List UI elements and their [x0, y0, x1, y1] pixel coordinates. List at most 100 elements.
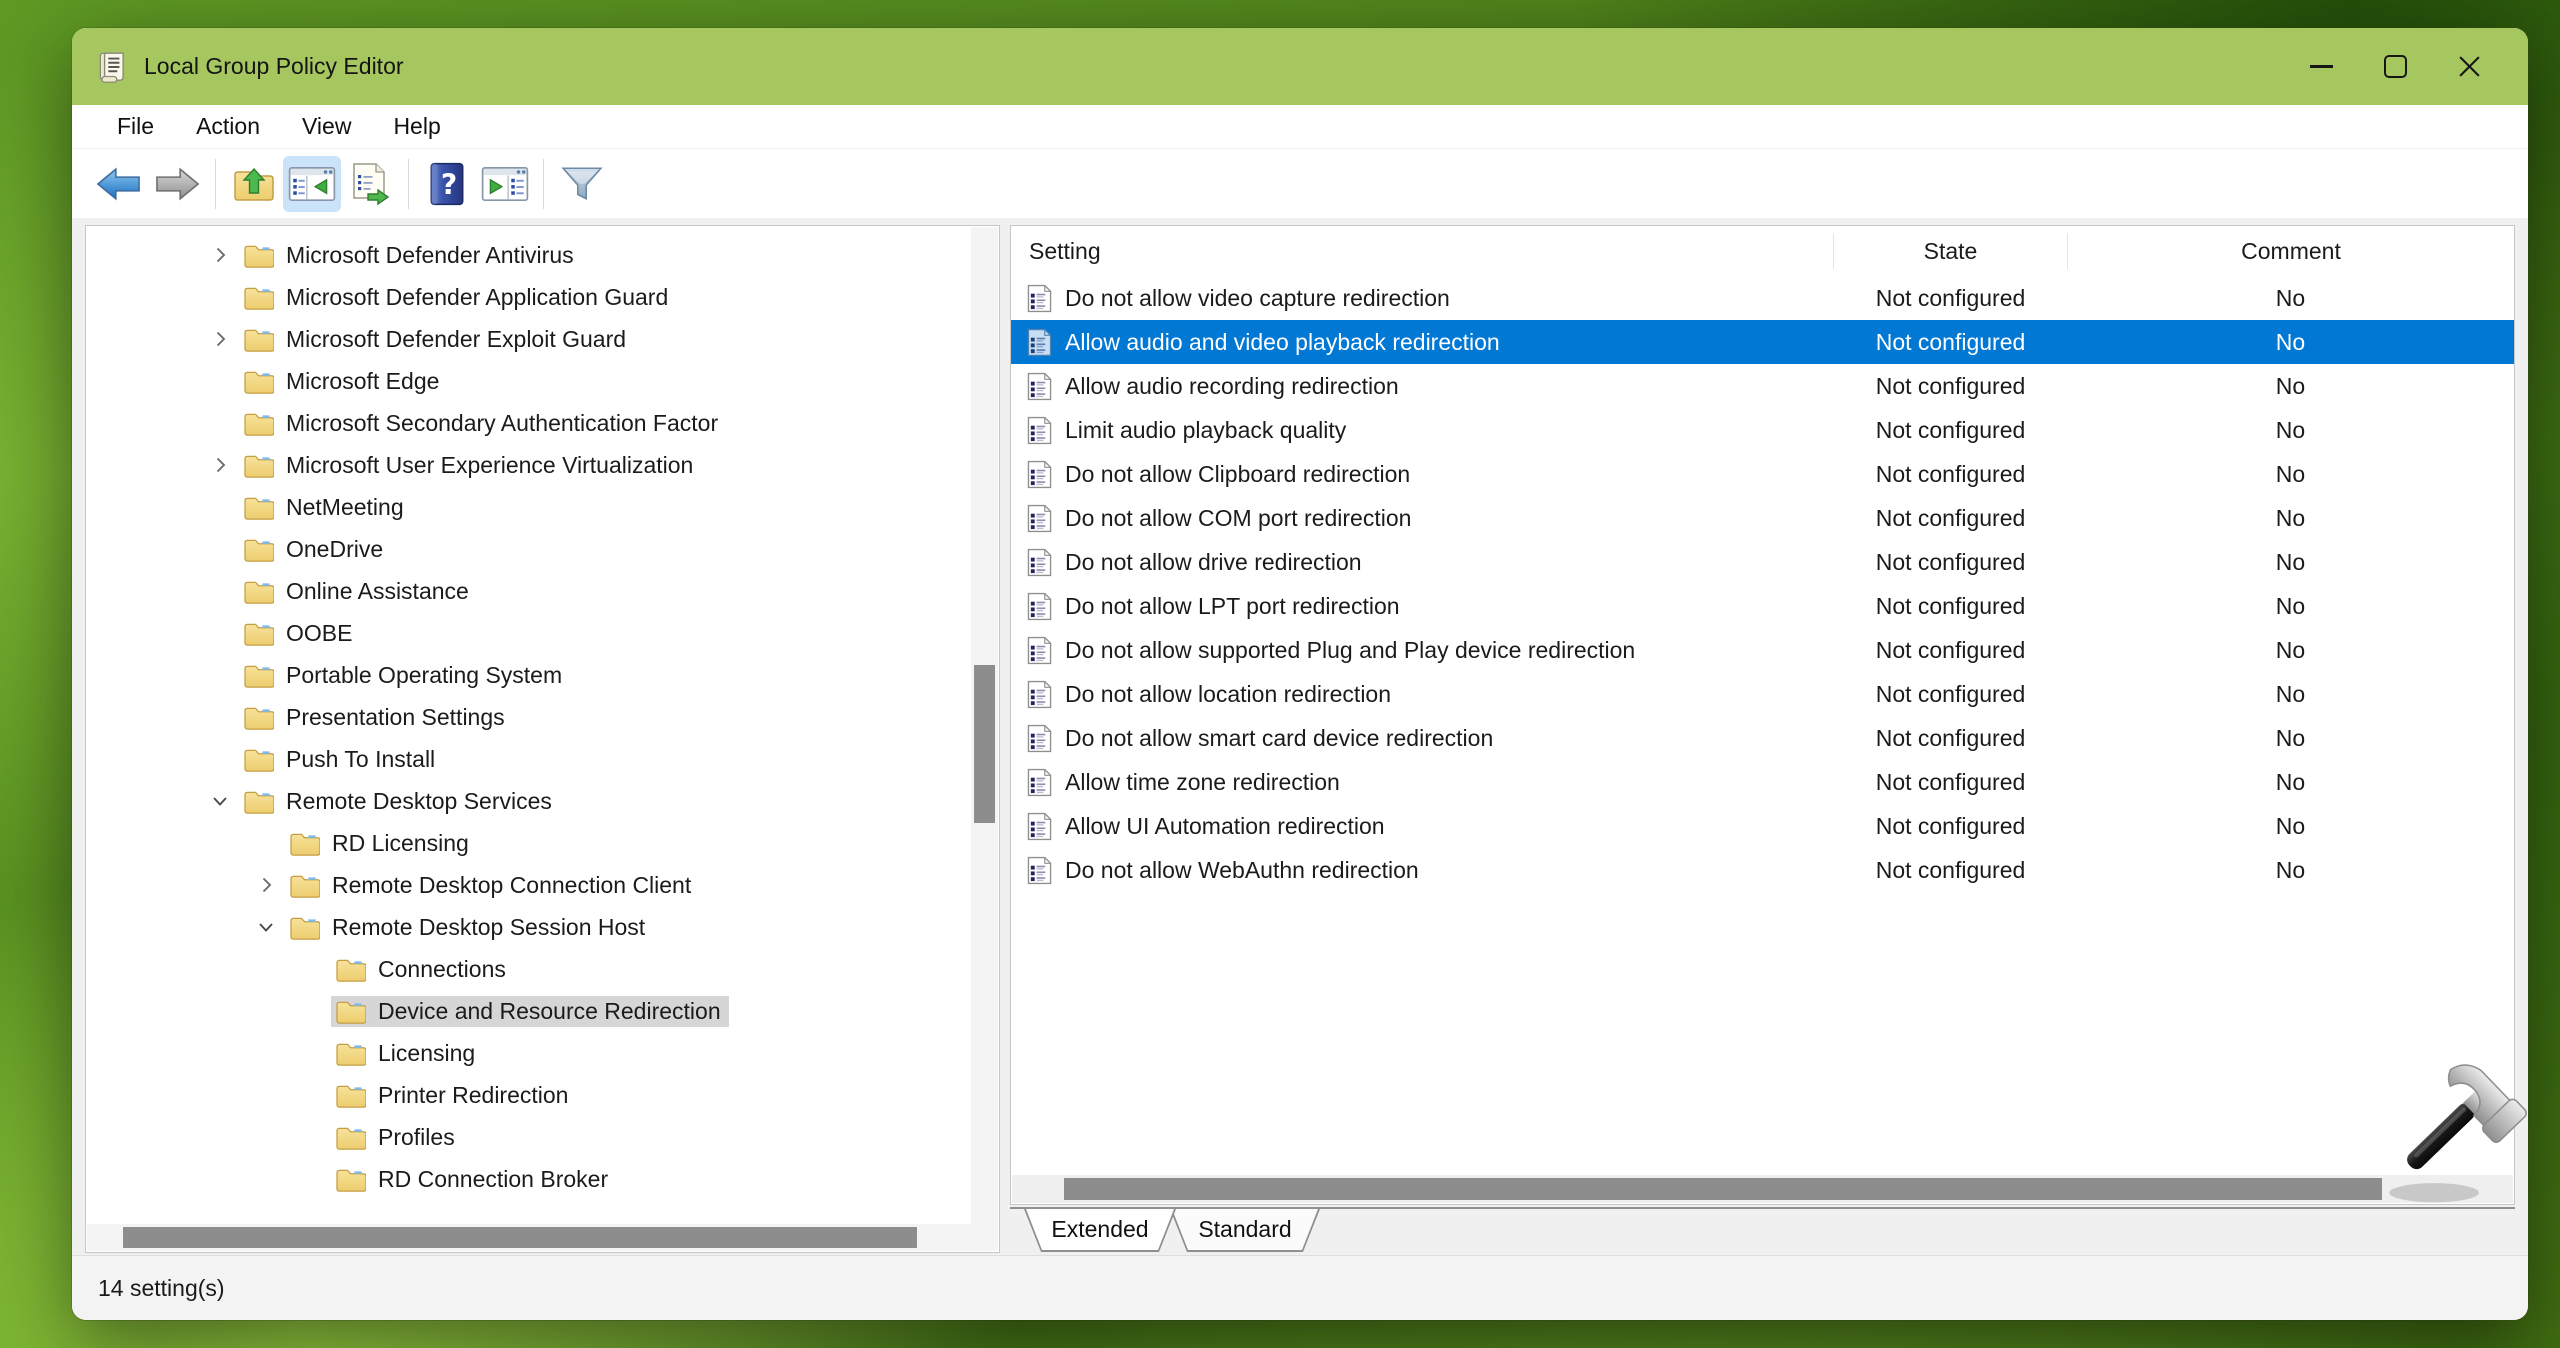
- menu-view[interactable]: View: [281, 113, 372, 140]
- tree-item-content[interactable]: Portable Operating System: [239, 660, 570, 691]
- tree-item-selected-highlight[interactable]: Device and Resource Redirection: [331, 996, 729, 1027]
- tree-item[interactable]: NetMeeting: [87, 486, 971, 528]
- show-console-tree-button[interactable]: [283, 156, 341, 212]
- tree-item-content[interactable]: Microsoft Secondary Authentication Facto…: [239, 408, 726, 439]
- tree-item[interactable]: Online Assistance: [87, 570, 971, 612]
- forward-button[interactable]: [148, 156, 206, 212]
- export-list-button[interactable]: [341, 156, 399, 212]
- setting-row[interactable]: Allow audio recording redirectionNot con…: [1011, 364, 2514, 408]
- setting-row[interactable]: Do not allow COM port redirectionNot con…: [1011, 496, 2514, 540]
- tree-item-content[interactable]: Profiles: [331, 1122, 463, 1153]
- tree-item[interactable]: Connections: [87, 948, 971, 990]
- tree-item-content[interactable]: Remote Desktop Session Host: [285, 912, 653, 943]
- help-button[interactable]: ?: [418, 156, 476, 212]
- setting-row[interactable]: Allow audio and video playback redirecti…: [1011, 320, 2514, 364]
- tree-item-content[interactable]: OOBE: [239, 618, 360, 649]
- tree-item-content[interactable]: Remote Desktop Connection Client: [285, 870, 699, 901]
- chevron-down-icon[interactable]: [253, 914, 279, 940]
- tree-horizontal-scrollbar-thumb[interactable]: [123, 1227, 917, 1248]
- settings-pane: Setting State Comment Do not allow video…: [1010, 225, 2515, 1253]
- setting-name: Do not allow Clipboard redirection: [1065, 461, 1410, 488]
- title-bar[interactable]: Local Group Policy Editor: [72, 28, 2528, 105]
- setting-row[interactable]: Do not allow Clipboard redirectionNot co…: [1011, 452, 2514, 496]
- chevron-down-icon[interactable]: [207, 788, 233, 814]
- up-one-level-button[interactable]: [225, 156, 283, 212]
- setting-comment: No: [2067, 637, 2514, 664]
- menu-file[interactable]: File: [96, 113, 175, 140]
- tree-item-content[interactable]: RD Connection Broker: [331, 1164, 616, 1195]
- tree-item[interactable]: Portable Operating System: [87, 654, 971, 696]
- tree-item-content[interactable]: Microsoft Defender Exploit Guard: [239, 324, 634, 355]
- column-header-comment[interactable]: Comment: [2068, 233, 2514, 269]
- tree-item[interactable]: Microsoft Defender Exploit Guard: [87, 318, 971, 360]
- menu-help[interactable]: Help: [372, 113, 461, 140]
- column-header-setting[interactable]: Setting: [1011, 233, 1834, 269]
- tree-item-content[interactable]: Microsoft Edge: [239, 366, 447, 397]
- tab-extended[interactable]: Extended: [1024, 1209, 1176, 1252]
- tree-item[interactable]: Presentation Settings: [87, 696, 971, 738]
- tree-item-content[interactable]: Licensing: [331, 1038, 483, 1069]
- chevron-right-icon[interactable]: [207, 242, 233, 268]
- setting-row[interactable]: Allow time zone redirectionNot configure…: [1011, 760, 2514, 804]
- filter-button[interactable]: [553, 156, 611, 212]
- tree-vertical-scrollbar-thumb[interactable]: [974, 665, 995, 823]
- tree-item-content[interactable]: Online Assistance: [239, 576, 477, 607]
- menu-action[interactable]: Action: [175, 113, 281, 140]
- tab-standard[interactable]: Standard: [1170, 1209, 1320, 1252]
- tree-item-content[interactable]: Push To Install: [239, 744, 443, 775]
- tree-item[interactable]: Device and Resource Redirection: [87, 990, 971, 1032]
- folder-icon: [243, 662, 274, 689]
- setting-row[interactable]: Do not allow WebAuthn redirectionNot con…: [1011, 848, 2514, 892]
- chevron-right-icon[interactable]: [253, 872, 279, 898]
- setting-row[interactable]: Do not allow smart card device redirecti…: [1011, 716, 2514, 760]
- tree-item-content[interactable]: OneDrive: [239, 534, 391, 565]
- tree-item[interactable]: Microsoft Edge: [87, 360, 971, 402]
- chevron-placeholder: [299, 956, 325, 982]
- list-horizontal-scrollbar-thumb[interactable]: [1064, 1178, 2382, 1200]
- tree-item-content[interactable]: RD Licensing: [285, 828, 477, 859]
- column-header-state[interactable]: State: [1834, 233, 2068, 269]
- tree-item[interactable]: OOBE: [87, 612, 971, 654]
- tree-item-content[interactable]: Microsoft Defender Antivirus: [239, 240, 582, 271]
- tree-item[interactable]: Microsoft Secondary Authentication Facto…: [87, 402, 971, 444]
- tree-item-content[interactable]: NetMeeting: [239, 492, 412, 523]
- tree-vertical-scrollbar[interactable]: [971, 227, 998, 1224]
- tree-item-content[interactable]: Presentation Settings: [239, 702, 513, 733]
- tree-item[interactable]: Microsoft User Experience Virtualization: [87, 444, 971, 486]
- tree-item-content[interactable]: Remote Desktop Services: [239, 786, 560, 817]
- setting-row[interactable]: Do not allow supported Plug and Play dev…: [1011, 628, 2514, 672]
- setting-row[interactable]: Limit audio playback qualityNot configur…: [1011, 408, 2514, 452]
- close-button[interactable]: [2432, 28, 2506, 105]
- tree-item[interactable]: Profiles: [87, 1116, 971, 1158]
- tree-item[interactable]: Remote Desktop Services: [87, 780, 971, 822]
- setting-row[interactable]: Do not allow drive redirectionNot config…: [1011, 540, 2514, 584]
- tree-item-content[interactable]: Microsoft User Experience Virtualization: [239, 450, 701, 481]
- tree-item[interactable]: Licensing: [87, 1032, 971, 1074]
- chevron-right-icon[interactable]: [207, 326, 233, 352]
- minimize-button[interactable]: [2284, 28, 2358, 105]
- tree-horizontal-scrollbar[interactable]: [87, 1224, 971, 1251]
- tree-item[interactable]: RD Licensing: [87, 822, 971, 864]
- tree-item[interactable]: Remote Desktop Session Host: [87, 906, 971, 948]
- setting-row[interactable]: Do not allow location redirectionNot con…: [1011, 672, 2514, 716]
- chevron-right-icon[interactable]: [207, 452, 233, 478]
- tree-item[interactable]: Microsoft Defender Antivirus: [87, 234, 971, 276]
- setting-icon: [1027, 504, 1052, 533]
- tree-item[interactable]: Microsoft Defender Application Guard: [87, 276, 971, 318]
- list-horizontal-scrollbar[interactable]: [1012, 1175, 2513, 1203]
- tree-item-content[interactable]: Printer Redirection: [331, 1080, 576, 1111]
- tree-item[interactable]: OneDrive: [87, 528, 971, 570]
- maximize-button[interactable]: [2358, 28, 2432, 105]
- tree-item[interactable]: Printer Redirection: [87, 1074, 971, 1116]
- setting-row[interactable]: Allow UI Automation redirectionNot confi…: [1011, 804, 2514, 848]
- tree-item[interactable]: Remote Desktop Connection Client: [87, 864, 971, 906]
- folder-icon: [335, 1124, 366, 1151]
- back-button[interactable]: [90, 156, 148, 212]
- tree-item[interactable]: RD Connection Broker: [87, 1158, 971, 1200]
- tree-item[interactable]: Push To Install: [87, 738, 971, 780]
- show-action-pane-button[interactable]: [476, 156, 534, 212]
- setting-row[interactable]: Do not allow LPT port redirectionNot con…: [1011, 584, 2514, 628]
- tree-item-content[interactable]: Connections: [331, 954, 514, 985]
- setting-row[interactable]: Do not allow video capture redirectionNo…: [1011, 276, 2514, 320]
- tree-item-content[interactable]: Microsoft Defender Application Guard: [239, 282, 676, 313]
